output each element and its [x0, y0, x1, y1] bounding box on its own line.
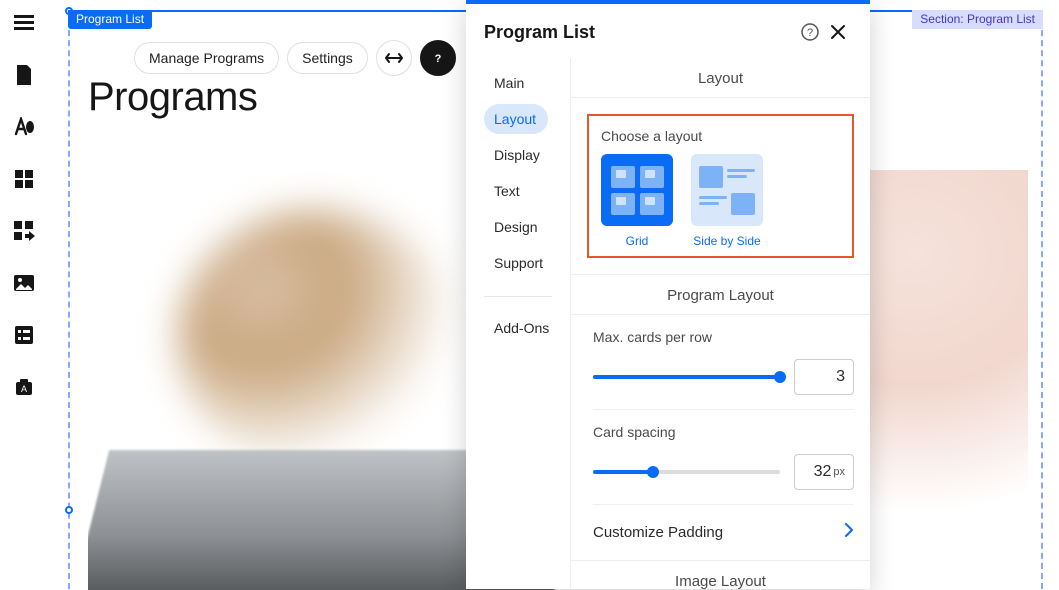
section-tag-right[interactable]: Section: Program List: [912, 10, 1043, 29]
max-cards-value[interactable]: 3: [794, 359, 854, 395]
customize-padding-row[interactable]: Customize Padding: [593, 504, 854, 560]
card-spacing-row: Card spacing 32px: [593, 409, 854, 504]
layout-option-side[interactable]: Side by Side: [691, 154, 763, 248]
left-icon-rail: A: [0, 0, 48, 589]
grid-icon[interactable]: [13, 168, 35, 190]
image-icon[interactable]: [13, 272, 35, 294]
panel-header: Program List ?: [466, 4, 870, 58]
chevron-right-icon: [844, 523, 854, 542]
nav-layout[interactable]: Layout: [484, 104, 548, 134]
nav-main[interactable]: Main: [484, 68, 536, 98]
layout-option-label: Grid: [626, 234, 649, 248]
section-tag-left[interactable]: Program List: [68, 10, 152, 29]
max-cards-slider[interactable]: [593, 375, 780, 379]
page-icon[interactable]: [13, 64, 35, 86]
panel-nav: Main Layout Display Text Design Support …: [466, 58, 570, 589]
nav-support[interactable]: Support: [484, 248, 555, 278]
plugin-icon[interactable]: [13, 220, 35, 242]
section-program-layout-heading: Program Layout: [571, 274, 870, 315]
app-icon[interactable]: A: [13, 376, 35, 398]
layout-grid-icon: [601, 154, 673, 226]
svg-text:?: ?: [807, 27, 813, 39]
layout-side-icon: [691, 154, 763, 226]
nav-addons[interactable]: Add-Ons: [484, 313, 561, 343]
page-heading: Programs: [88, 75, 257, 120]
section-image-layout-heading: Image Layout: [571, 560, 870, 589]
nav-divider: [484, 296, 552, 297]
manage-programs-button[interactable]: Manage Programs: [134, 42, 279, 74]
action-pills: Manage Programs Settings ?: [134, 40, 456, 76]
panel-content: Layout Choose a layout Grid: [570, 58, 870, 589]
card-spacing-value[interactable]: 32px: [794, 454, 854, 490]
panel-help-icon[interactable]: ?: [796, 18, 824, 46]
settings-panel: Program List ? Main Layout Display Text …: [466, 0, 870, 589]
panel-close-icon[interactable]: [824, 18, 852, 46]
layout-option-label: Side by Side: [693, 234, 760, 248]
nav-design[interactable]: Design: [484, 212, 550, 242]
choose-layout-block: Choose a layout Grid Side by Side: [587, 114, 854, 258]
section-layout-heading: Layout: [571, 58, 870, 98]
data-table-icon[interactable]: [13, 324, 35, 346]
layout-option-grid[interactable]: Grid: [601, 154, 673, 248]
nav-text[interactable]: Text: [484, 176, 532, 206]
section-icon[interactable]: [13, 12, 35, 34]
help-button[interactable]: ?: [420, 40, 456, 76]
customize-padding-label: Customize Padding: [593, 524, 844, 541]
max-cards-row: Max. cards per row 3: [571, 315, 870, 409]
max-cards-label: Max. cards per row: [593, 329, 854, 345]
svg-text:?: ?: [434, 53, 441, 65]
svg-text:A: A: [21, 384, 27, 394]
resize-handle[interactable]: [65, 506, 73, 514]
nav-display[interactable]: Display: [484, 140, 552, 170]
panel-title: Program List: [484, 22, 796, 43]
card-spacing-slider[interactable]: [593, 470, 780, 474]
stretch-button[interactable]: [376, 40, 412, 76]
card-spacing-label: Card spacing: [593, 424, 854, 440]
settings-button[interactable]: Settings: [287, 42, 368, 74]
text-style-icon[interactable]: [13, 116, 35, 138]
choose-layout-label: Choose a layout: [601, 128, 840, 144]
